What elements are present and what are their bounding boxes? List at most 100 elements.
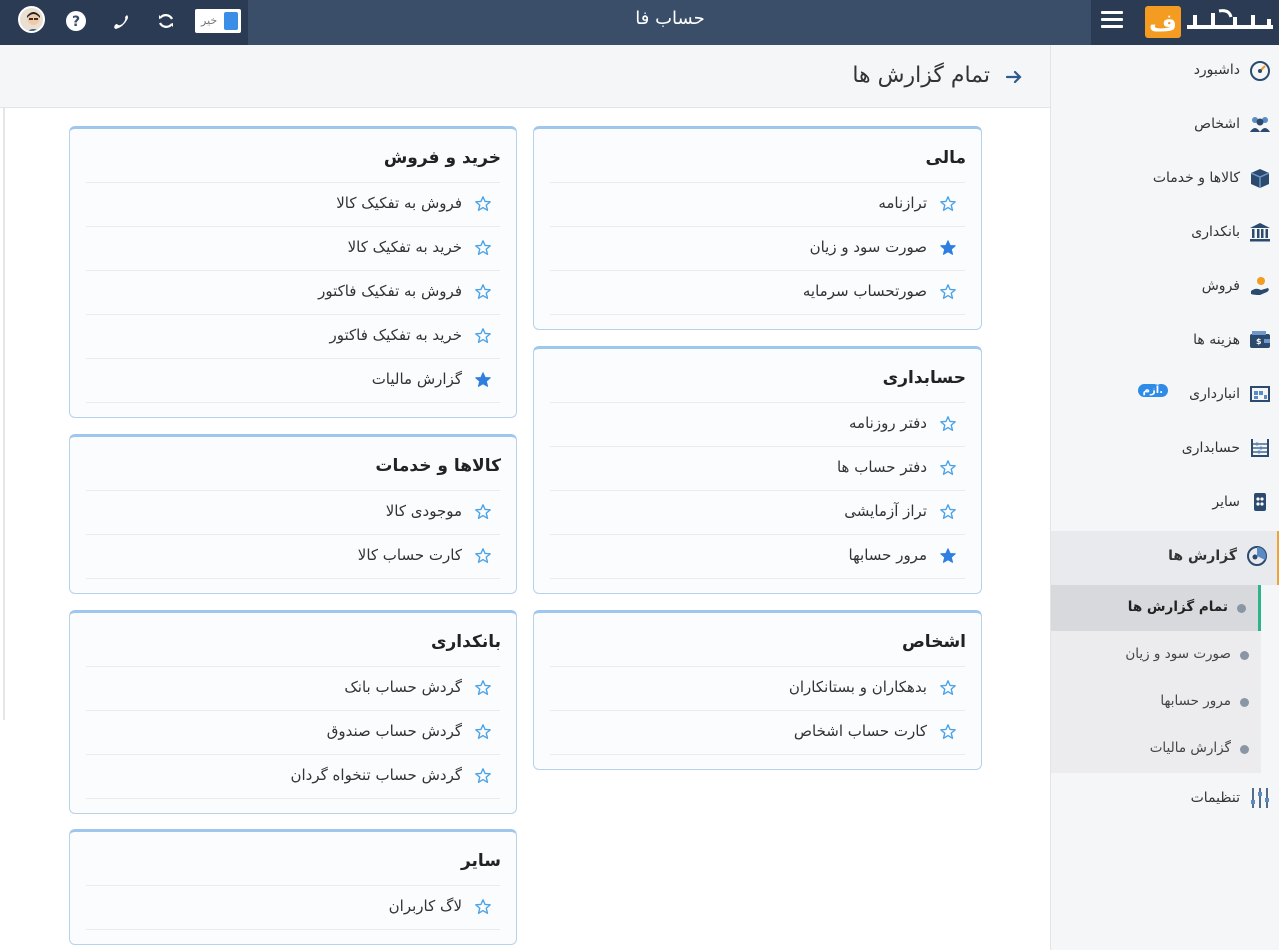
sidebar-item-label: انبارداری (1189, 386, 1240, 402)
report-item[interactable]: بدهکاران و بستانکاران (550, 667, 965, 711)
bullet-icon (1240, 651, 1249, 660)
report-item[interactable]: خرید به تفکیک فاکتور (86, 315, 500, 359)
report-item[interactable]: خرید به تفکیک کالا (86, 227, 500, 271)
page-title: تمام گزارش ها (852, 63, 990, 88)
submenu-item-profit-loss[interactable]: صورت سود و زیان (1051, 632, 1261, 678)
submenu-item-label: مرور حسابها (1160, 693, 1231, 709)
star-outline-icon[interactable] (939, 195, 957, 213)
divider (550, 754, 965, 755)
divider (86, 402, 500, 403)
report-item[interactable]: دفتر روزنامه (550, 403, 965, 447)
sidebar-item-other[interactable]: سایر (1051, 477, 1279, 531)
report-item[interactable]: گردش حساب بانک (86, 667, 500, 711)
sidebar-item-dashboard[interactable]: داشبورد (1051, 45, 1279, 99)
report-item[interactable]: فروش به تفکیک کالا (86, 183, 500, 227)
report-item[interactable]: مرور حسابها (550, 535, 965, 579)
report-label: لاگ کاربران (388, 897, 462, 915)
report-item[interactable]: صورت سود و زیان (550, 227, 965, 271)
submenu-item-all-reports[interactable]: تمام گزارش ها (1051, 585, 1261, 631)
help-icon[interactable]: ? (64, 9, 88, 33)
star-outline-icon[interactable] (939, 459, 957, 477)
other-icon (1254, 493, 1266, 511)
report-item[interactable]: صورتحساب سرمایه (550, 271, 965, 315)
report-item[interactable]: دفتر حساب ها (550, 447, 965, 491)
divider (3, 108, 5, 720)
submenu-item-accounts-review[interactable]: مرور حسابها (1051, 679, 1261, 725)
sidebar-item-label: داشبورد (1193, 62, 1240, 78)
wallet-icon: $ (1250, 331, 1270, 348)
sidebar-item-reports[interactable]: گزارش ها (1051, 531, 1279, 585)
abacus-icon (1251, 439, 1269, 457)
report-item[interactable]: ترازنامه (550, 183, 965, 227)
report-item[interactable]: لاگ کاربران (86, 886, 500, 930)
report-label: تراز آزمایشی (844, 502, 927, 520)
arrow-right-icon[interactable] (1003, 66, 1025, 88)
report-label: بدهکاران و بستانکاران (788, 678, 927, 696)
report-label: دفتر حساب ها (836, 458, 927, 476)
star-outline-icon[interactable] (474, 723, 492, 741)
reports-submenu: تمام گزارش ها صورت سود و زیان مرور حسابه… (1051, 585, 1261, 773)
divider (550, 578, 965, 579)
star-outline-icon[interactable] (939, 283, 957, 301)
card-title: خرید و فروش (383, 148, 501, 168)
card-bankdari: بانکداری گردش حساب بانک گردش حساب صندوق … (69, 610, 517, 814)
report-item[interactable]: گردش حساب صندوق (86, 711, 500, 755)
report-item[interactable]: موجودی کالا (86, 491, 500, 535)
report-item[interactable]: کارت حساب کالا (86, 535, 500, 579)
people-icon (1250, 117, 1270, 132)
star-outline-icon[interactable] (474, 327, 492, 345)
menu-icon[interactable] (1101, 11, 1123, 29)
app-title: حساب فا (635, 8, 705, 29)
bullet-icon (1240, 698, 1249, 707)
avatar[interactable] (18, 6, 45, 33)
star-outline-icon[interactable] (474, 547, 492, 565)
star-outline-icon[interactable] (939, 723, 957, 741)
divider (86, 578, 500, 579)
report-label: خرید به تفکیک کالا (347, 238, 462, 256)
star-outline-icon[interactable] (474, 195, 492, 213)
sync-icon[interactable] (154, 9, 178, 33)
brand-logo[interactable]: ف (1143, 3, 1277, 39)
star-outline-icon[interactable] (474, 898, 492, 916)
report-item[interactable]: تراز آزمایشی (550, 491, 965, 535)
star-outline-icon[interactable] (474, 503, 492, 521)
submenu-item-label: تمام گزارش ها (1127, 599, 1228, 615)
star-outline-icon[interactable] (474, 239, 492, 257)
mode-toggle[interactable]: خیر (195, 9, 241, 33)
submenu-item-tax-report[interactable]: گزارش مالیات (1051, 726, 1261, 772)
star-outline-icon[interactable] (939, 679, 957, 697)
card-title: بانکداری (430, 632, 501, 652)
star-outline-icon[interactable] (939, 503, 957, 521)
report-item[interactable]: گزارش مالیات (86, 359, 500, 403)
phone-icon[interactable] (109, 9, 133, 33)
warehouse-icon (1250, 386, 1270, 402)
star-outline-icon[interactable] (474, 283, 492, 301)
star-outline-icon[interactable] (474, 679, 492, 697)
sliders-icon (1251, 788, 1269, 808)
report-item[interactable]: کارت حساب اشخاص (550, 711, 965, 755)
box-icon (1250, 169, 1270, 188)
page-header: تمام گزارش ها (0, 45, 1050, 108)
test-badge: آزم. (1137, 384, 1168, 397)
sidebar-item-expenses[interactable]: $ هزینه ها (1051, 315, 1279, 369)
star-outline-icon[interactable] (939, 415, 957, 433)
divider (86, 929, 500, 930)
sidebar-item-banking[interactable]: بانکداری (1051, 207, 1279, 261)
report-label: مرور حسابها (848, 546, 927, 564)
star-filled-icon[interactable] (939, 239, 957, 257)
sidebar-item-accounting[interactable]: حسابداری (1051, 423, 1279, 477)
sidebar-item-people[interactable]: اشخاص (1051, 99, 1279, 153)
sidebar-item-settings[interactable]: تنظیمات (1051, 773, 1279, 827)
card-title: اشخاص (901, 632, 966, 652)
sidebar-item-warehouse[interactable]: انبارداری آزم. (1051, 369, 1279, 423)
svg-text:?: ? (72, 14, 80, 30)
sidebar-item-sales[interactable]: فروش (1051, 261, 1279, 315)
star-outline-icon[interactable] (474, 767, 492, 785)
star-filled-icon[interactable] (474, 371, 492, 389)
report-label: ترازنامه (878, 194, 927, 212)
card-mali: مالی ترازنامه صورت سود و زیان صورتحساب س… (533, 126, 982, 330)
report-item[interactable]: گردش حساب تنخواه گردان (86, 755, 500, 799)
sidebar-item-goods[interactable]: کالاها و خدمات (1051, 153, 1279, 207)
report-item[interactable]: فروش به تفکیک فاکتور (86, 271, 500, 315)
star-filled-icon[interactable] (939, 547, 957, 565)
